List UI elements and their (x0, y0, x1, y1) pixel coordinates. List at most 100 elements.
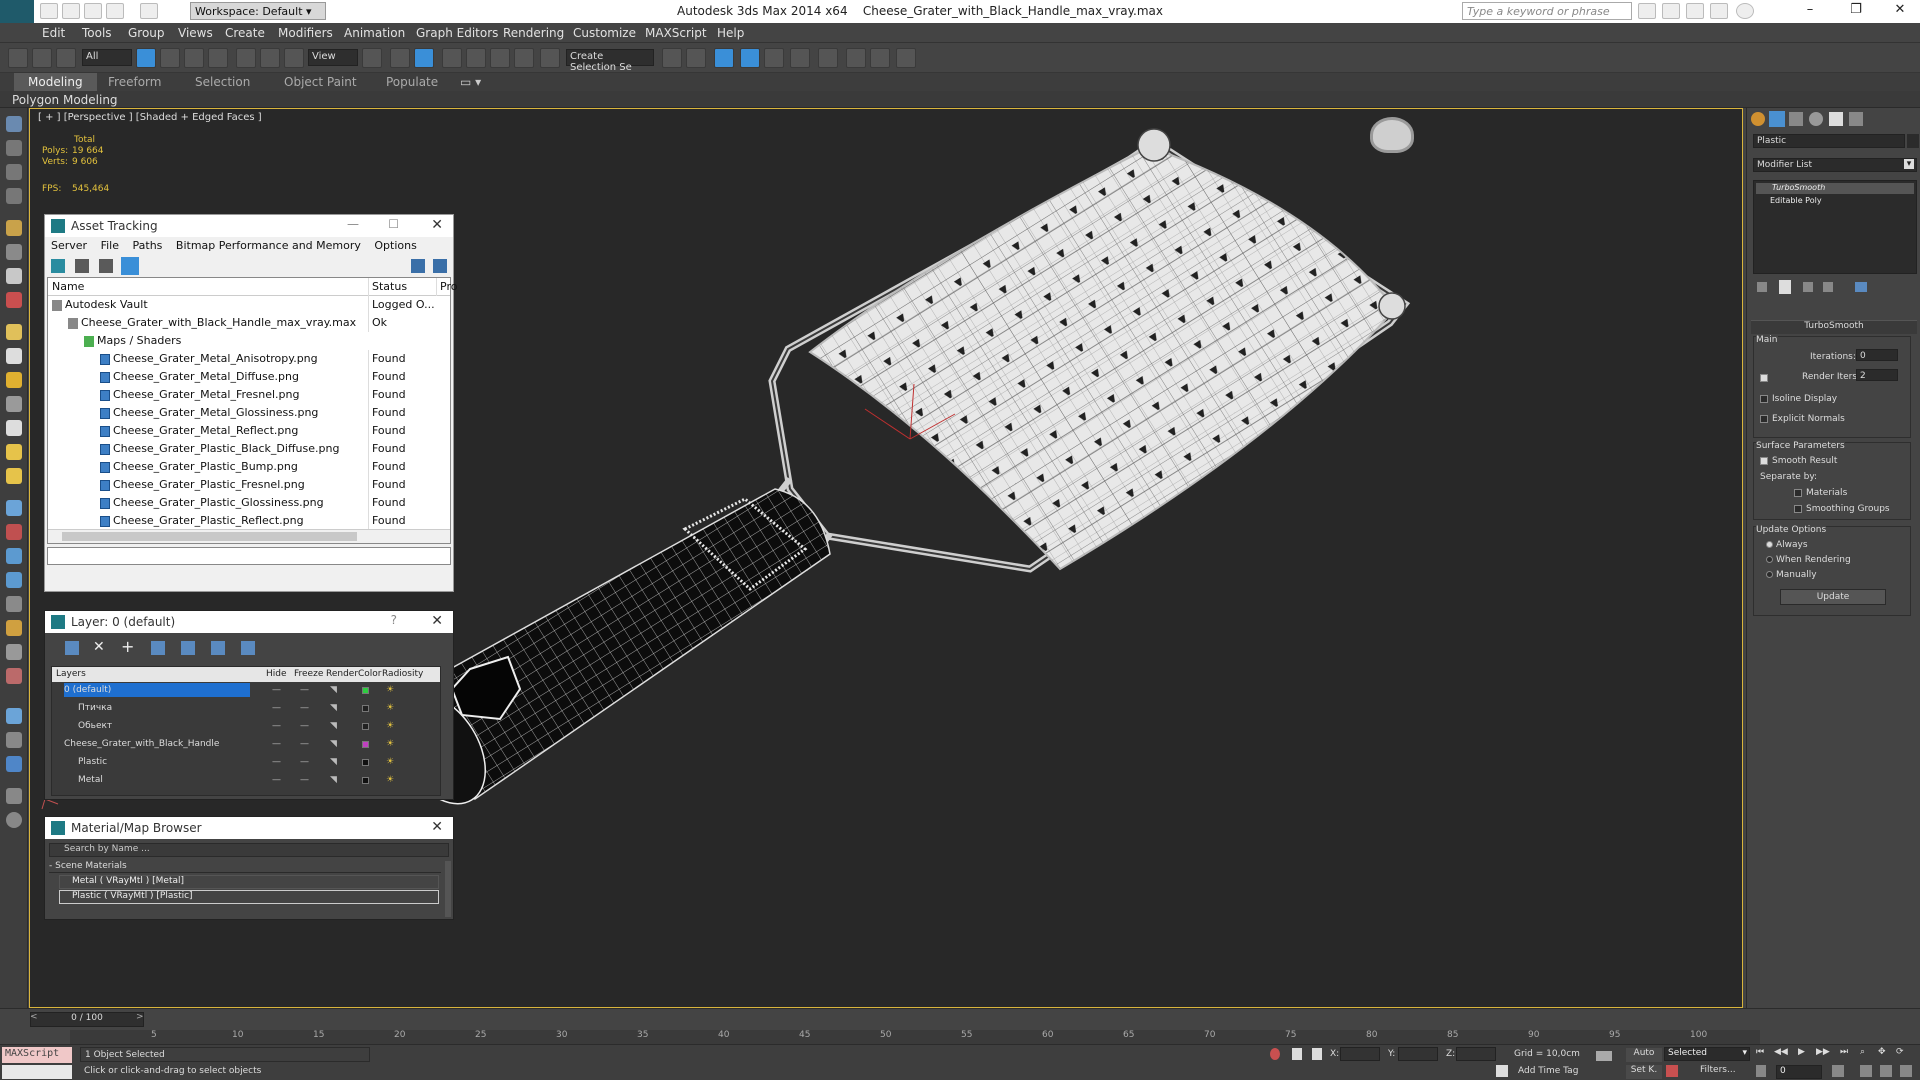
particle-icon[interactable] (6, 500, 22, 516)
asset-row[interactable]: Autodesk Vault Logged O... (48, 296, 450, 314)
asset-row[interactable]: Cheese_Grater_Metal_Reflect.png Found (48, 422, 450, 440)
light-icon[interactable] (6, 372, 22, 388)
asset-row[interactable]: Cheese_Grater_Plastic_Fresnel.png Found (48, 476, 450, 494)
menu-paths[interactable]: Paths (133, 239, 163, 252)
y-coordinate-field[interactable] (1398, 1047, 1438, 1061)
refresh-icon[interactable] (51, 259, 65, 273)
when-rendering-radio[interactable] (1766, 556, 1773, 563)
render-toggle-icon[interactable]: ◥ (330, 721, 337, 731)
cone-icon[interactable] (6, 420, 22, 436)
viewport-layout-icon[interactable] (6, 116, 22, 132)
hide-all-layers-icon[interactable] (211, 641, 225, 655)
freeze-all-layers-icon[interactable] (241, 641, 255, 655)
minimize-button[interactable]: — (347, 217, 359, 231)
render-toggle-icon[interactable]: ◥ (330, 757, 337, 767)
viewcube-icon[interactable] (1370, 117, 1414, 153)
layer-row[interactable]: Cheese_Grater_with_Black_Handle — — ◥ ☀ (52, 736, 440, 754)
schematic-view-icon[interactable] (790, 48, 810, 68)
stack-item-turbosmooth[interactable]: TurboSmooth (1756, 183, 1914, 194)
material-editor-icon[interactable] (818, 48, 838, 68)
camera-icon[interactable] (6, 396, 22, 412)
material-scrollbar[interactable] (445, 861, 451, 917)
select-manipulate-icon[interactable] (390, 48, 410, 68)
freeze-toggle-icon[interactable]: — (300, 685, 309, 695)
asset-tracking-titlebar[interactable]: Asset Tracking — ☐ ✕ (45, 215, 453, 237)
modify-tab-icon[interactable] (1769, 111, 1785, 127)
layer-color-swatch[interactable] (362, 705, 369, 712)
freeze-toggle-icon[interactable]: — (300, 757, 309, 767)
layer-color-swatch[interactable] (362, 723, 369, 730)
auto-key-button[interactable]: Auto (1626, 1048, 1662, 1062)
menu-graph-editors[interactable]: Graph Editors (416, 26, 498, 40)
menu-animation[interactable]: Animation (344, 26, 405, 40)
scale-icon[interactable] (284, 48, 304, 68)
open-file-icon[interactable] (62, 3, 80, 19)
zoom-icon[interactable]: ⌕ (1860, 1047, 1865, 1057)
menu-group[interactable]: Group (128, 26, 165, 40)
layer-row[interactable]: Птичка — — ◥ ☀ (52, 700, 440, 718)
selection-lock-icon[interactable] (1292, 1048, 1302, 1060)
maximize-button[interactable]: ☐ (388, 217, 399, 231)
maximize-viewport-icon[interactable] (1900, 1065, 1912, 1077)
select-object-icon[interactable] (136, 48, 156, 68)
material-item-metal[interactable]: Metal ( VRayMtl ) [Metal] (59, 875, 439, 889)
redo-icon[interactable] (140, 3, 158, 19)
asset-path-field[interactable] (47, 547, 451, 565)
utility-icon[interactable] (6, 788, 22, 804)
close-button[interactable]: ✕ (1880, 2, 1920, 20)
layer-row[interactable]: 0 (default) — — ◥ ☀ (52, 682, 440, 700)
configure-modifier-sets-icon[interactable] (1855, 282, 1867, 292)
snaps-toggle-icon[interactable] (442, 48, 462, 68)
communication-icon[interactable] (1686, 3, 1704, 19)
go-to-end-icon[interactable]: ⏭ (1840, 1047, 1848, 1057)
box-primitive-icon[interactable] (6, 164, 22, 180)
menu-customize[interactable]: Customize (573, 26, 636, 40)
scene-materials-group[interactable]: - Scene Materials (49, 861, 441, 873)
track-bar[interactable]: 5 10 15 20 25 30 35 40 45 50 55 60 65 70 75 80 85 90 95 100 (70, 1030, 1760, 1044)
render-iters-spinner[interactable]: 2 (1856, 369, 1898, 381)
render-toggle-icon[interactable]: ◥ (330, 703, 337, 713)
tab-modeling[interactable]: Modeling (14, 73, 97, 91)
freeze-toggle-icon[interactable]: — (300, 775, 309, 785)
explicit-normals-checkbox[interactable] (1760, 415, 1768, 423)
angle-snap-icon[interactable] (466, 48, 486, 68)
asset-row[interactable]: Cheese_Grater_Plastic_Black_Diffuse.png F… (48, 440, 450, 458)
delete-layer-icon[interactable]: ✕ (93, 639, 105, 655)
unlink-icon[interactable] (32, 48, 52, 68)
sun-icon[interactable] (6, 444, 22, 460)
settings-icon[interactable] (433, 259, 447, 273)
radiosity-toggle-icon[interactable]: ☀ (386, 721, 394, 731)
make-unique-icon[interactable] (1803, 282, 1813, 292)
help-button[interactable]: ? (391, 613, 397, 627)
curve-editor-icon[interactable] (764, 48, 784, 68)
object-color-swatch[interactable] (1907, 134, 1919, 148)
app-logo-icon[interactable] (0, 0, 34, 23)
x-coordinate-field[interactable] (1340, 1047, 1380, 1061)
add-time-tag-label[interactable]: Add Time Tag (1518, 1066, 1578, 1076)
material-search-input[interactable]: Search by Name ... (49, 843, 449, 857)
object-name-field[interactable]: Plastic (1753, 134, 1905, 148)
menu-bitmap-performance[interactable]: Bitmap Performance and Memory (176, 239, 361, 252)
menu-options[interactable]: Options (374, 239, 416, 252)
create-tab-icon[interactable] (1751, 112, 1765, 126)
display-tab-icon[interactable] (1829, 112, 1843, 126)
next-frame-icon[interactable]: > (136, 1012, 146, 1027)
graphite-ribbon-icon[interactable] (740, 48, 760, 68)
asset-row[interactable]: Maps / Shaders (48, 332, 450, 350)
asset-row[interactable]: Cheese_Grater_Plastic_Bump.png Found (48, 458, 450, 476)
restore-button[interactable]: ❐ (1836, 2, 1876, 20)
layer-row[interactable]: Обьект — — ◥ ☀ (52, 718, 440, 736)
subscription-icon[interactable] (1662, 3, 1680, 19)
helper-icon[interactable] (6, 596, 22, 612)
z-coordinate-field[interactable] (1456, 1047, 1496, 1061)
rectangular-selection-icon[interactable] (184, 48, 204, 68)
tab-object-paint[interactable]: Object Paint (284, 75, 357, 89)
column-color[interactable]: Color (358, 669, 382, 679)
select-in-layer-icon[interactable] (151, 641, 165, 655)
radiosity-toggle-icon[interactable]: ☀ (386, 775, 394, 785)
bind-space-warp-icon[interactable] (56, 48, 76, 68)
asset-row[interactable]: Cheese_Grater_Metal_Glossiness.png Found (48, 404, 450, 422)
globe-icon[interactable] (6, 572, 22, 588)
layer-color-swatch[interactable] (362, 777, 369, 784)
smoothing-groups-checkbox[interactable] (1794, 505, 1802, 513)
